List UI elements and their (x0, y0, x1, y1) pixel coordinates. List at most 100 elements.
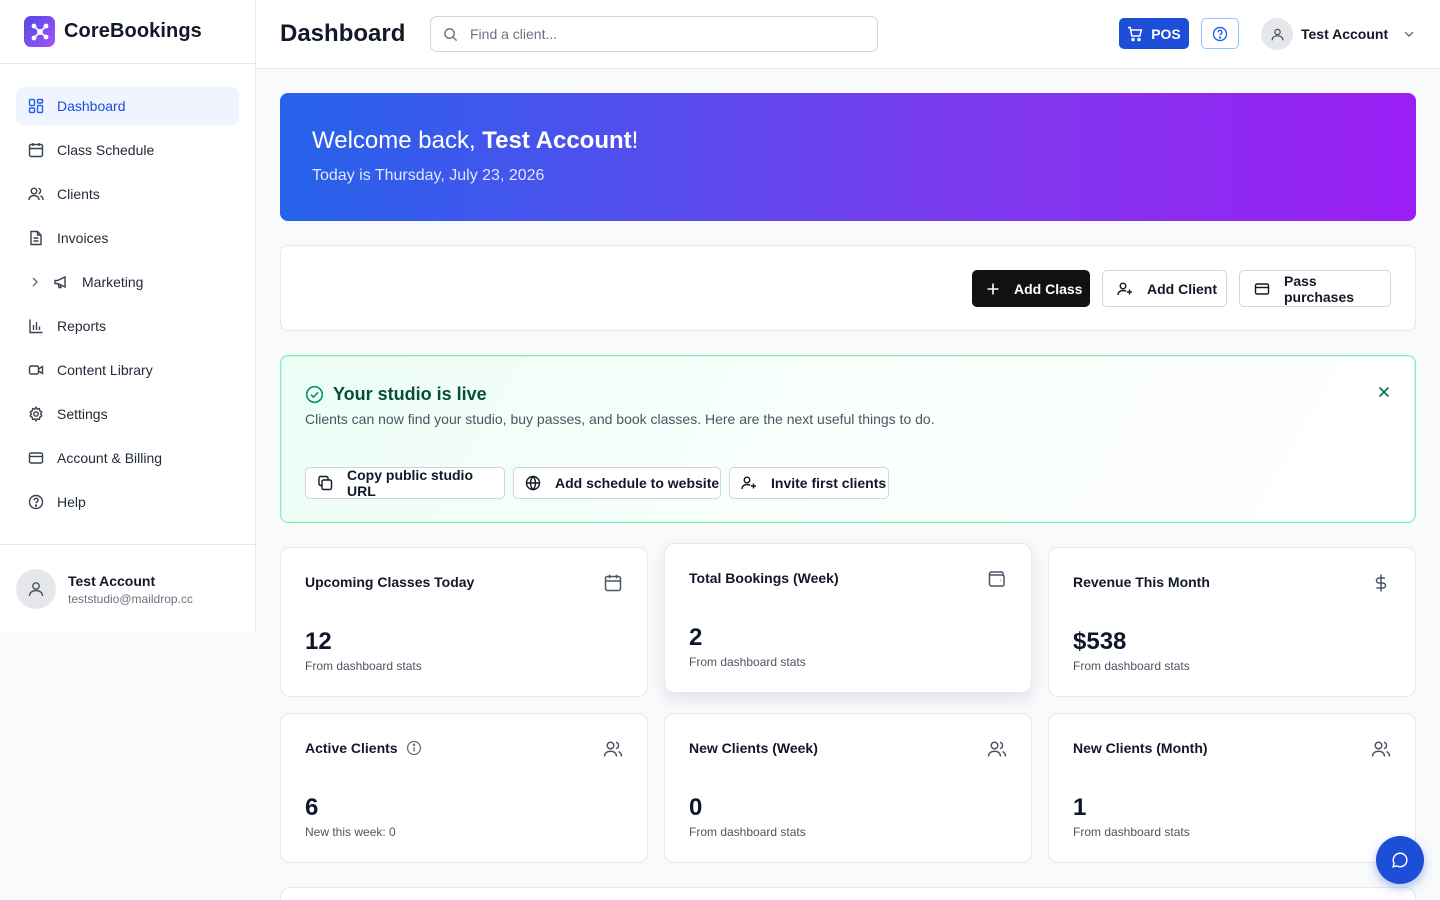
copy-icon (317, 475, 333, 491)
account-name: Test Account (1301, 26, 1389, 42)
gear-icon (28, 406, 44, 422)
sidebar-item-label: Settings (57, 406, 108, 422)
info-icon[interactable] (406, 740, 422, 756)
stat-card-active-clients[interactable]: Active Clients 6 New this week: 0 (280, 713, 648, 863)
sidebar-item-dashboard[interactable]: Dashboard (16, 87, 239, 125)
stat-label: Revenue This Month (1073, 574, 1210, 590)
sidebar-item-label: Reports (57, 318, 107, 334)
sidebar-nav: Dashboard Class Schedule Clients Invoice… (0, 64, 255, 521)
sidebar-user[interactable]: Test Account teststudio@maildrop.cc (0, 544, 255, 633)
studio-live-notice: Your studio is live Clients can now find… (280, 355, 1416, 523)
welcome-suffix: ! (631, 127, 639, 154)
stat-subtext: From dashboard stats (1073, 825, 1190, 839)
check-circle-icon (305, 385, 324, 404)
sidebar-item-clients[interactable]: Clients (16, 175, 239, 213)
plus-icon (986, 282, 1000, 296)
users-icon (28, 186, 44, 202)
next-section-card (280, 887, 1416, 900)
sidebar-item-content-library[interactable]: Content Library (16, 351, 239, 389)
help-circle-icon (1212, 26, 1228, 42)
invite-first-clients-button[interactable]: Invite first clients (729, 467, 889, 499)
search-input[interactable] (470, 26, 850, 42)
user-plus-icon (741, 475, 757, 491)
help-button[interactable] (1201, 18, 1239, 49)
sidebar-item-label: Marketing (82, 274, 144, 290)
users-icon (987, 739, 1007, 759)
stat-label-text: Active Clients (305, 740, 398, 756)
stat-label: Total Bookings (Week) (689, 570, 839, 586)
sidebar-item-help[interactable]: Help (16, 483, 239, 521)
megaphone-icon (53, 274, 69, 290)
add-client-button[interactable]: Add Client (1102, 270, 1227, 307)
sidebar-item-reports[interactable]: Reports (16, 307, 239, 345)
sidebar-item-label: Class Schedule (57, 142, 155, 158)
close-icon[interactable] (1377, 385, 1391, 399)
calendar-icon (603, 573, 623, 593)
welcome-user-name: Test Account (482, 127, 632, 154)
welcome-prefix: Welcome back, (312, 127, 483, 154)
add-class-label: Add Class (1014, 280, 1083, 297)
add-schedule-label: Add schedule to website (555, 475, 720, 491)
sidebar: CoreBookings Dashboard Class Schedule Cl… (0, 0, 256, 633)
account-menu[interactable]: Test Account (1261, 18, 1416, 50)
brand-name: CoreBookings (64, 20, 202, 42)
search-icon (443, 27, 458, 42)
wallet-icon (987, 569, 1007, 589)
chevron-right-icon[interactable] (28, 275, 42, 289)
chat-button[interactable] (1376, 836, 1424, 884)
stat-card-new-clients-week[interactable]: New Clients (Week) 0 From dashboard stat… (664, 713, 1032, 863)
add-class-button[interactable]: Add Class (972, 270, 1090, 307)
help-circle-icon (28, 494, 44, 510)
dashboard-icon (28, 98, 44, 114)
copy-studio-url-button[interactable]: Copy public studio URL (305, 467, 505, 499)
sidebar-item-account-billing[interactable]: Account & Billing (16, 439, 239, 477)
quick-actions-card: Add Class Add Client Pass purchases (280, 245, 1416, 331)
users-icon (603, 739, 623, 759)
page-title: Dashboard (280, 20, 406, 47)
brand[interactable]: CoreBookings (0, 0, 255, 64)
video-icon (28, 362, 44, 378)
stat-card-revenue-month[interactable]: Revenue This Month $538 From dashboard s… (1048, 547, 1416, 697)
pos-button[interactable]: POS (1119, 18, 1189, 49)
today-date: Today is Thursday, July 23, 2026 (312, 167, 545, 184)
stat-card-total-bookings[interactable]: Total Bookings (Week) 2 From dashboard s… (664, 543, 1032, 693)
stat-value: 6 (305, 794, 319, 821)
users-icon (1371, 739, 1391, 759)
avatar (16, 569, 56, 609)
sidebar-item-invoices[interactable]: Invoices (16, 219, 239, 257)
pass-purchases-button[interactable]: Pass purchases (1239, 270, 1391, 307)
stat-label: New Clients (Week) (689, 740, 818, 756)
chevron-down-icon (1402, 27, 1416, 41)
sidebar-user-name: Test Account (68, 572, 156, 589)
copy-studio-url-label: Copy public studio URL (347, 467, 473, 499)
sidebar-item-class-schedule[interactable]: Class Schedule (16, 131, 239, 169)
stat-value: 0 (689, 794, 703, 821)
stat-label-text: Revenue This Month (1073, 574, 1210, 590)
stat-subtext: New this week: 0 (305, 825, 396, 839)
add-schedule-to-website-button[interactable]: Add schedule to website (513, 467, 721, 499)
stat-value: $538 (1073, 628, 1127, 655)
stat-card-new-clients-month[interactable]: New Clients (Month) 1 From dashboard sta… (1048, 713, 1416, 863)
stat-label: Active Clients (305, 740, 422, 756)
avatar (1261, 18, 1293, 50)
stat-card-upcoming-classes[interactable]: Upcoming Classes Today 12 From dashboard… (280, 547, 648, 697)
sidebar-item-label: Account & Billing (57, 450, 163, 466)
search-box[interactable] (430, 16, 878, 52)
sidebar-item-settings[interactable]: Settings (16, 395, 239, 433)
topbar: Dashboard POS Test Account (256, 0, 1440, 69)
add-client-label: Add Client (1147, 280, 1217, 297)
stat-subtext: From dashboard stats (305, 659, 422, 673)
stat-subtext: From dashboard stats (1073, 659, 1190, 673)
stat-value: 2 (689, 624, 703, 651)
sidebar-item-label: Help (57, 494, 86, 510)
studio-live-description: Clients can now find your studio, buy pa… (305, 411, 935, 427)
stat-label: New Clients (Month) (1073, 740, 1208, 756)
stat-label-text: Total Bookings (Week) (689, 570, 839, 586)
welcome-message: Welcome back, Test Account! (312, 127, 1384, 155)
sidebar-item-marketing[interactable]: Marketing (16, 263, 239, 301)
brand-logo-icon (24, 16, 55, 47)
stat-label-text: New Clients (Week) (689, 740, 818, 756)
stat-label-text: Upcoming Classes Today (305, 574, 475, 590)
stat-value: 1 (1073, 794, 1087, 821)
studio-live-title-text: Your studio is live (333, 384, 487, 404)
